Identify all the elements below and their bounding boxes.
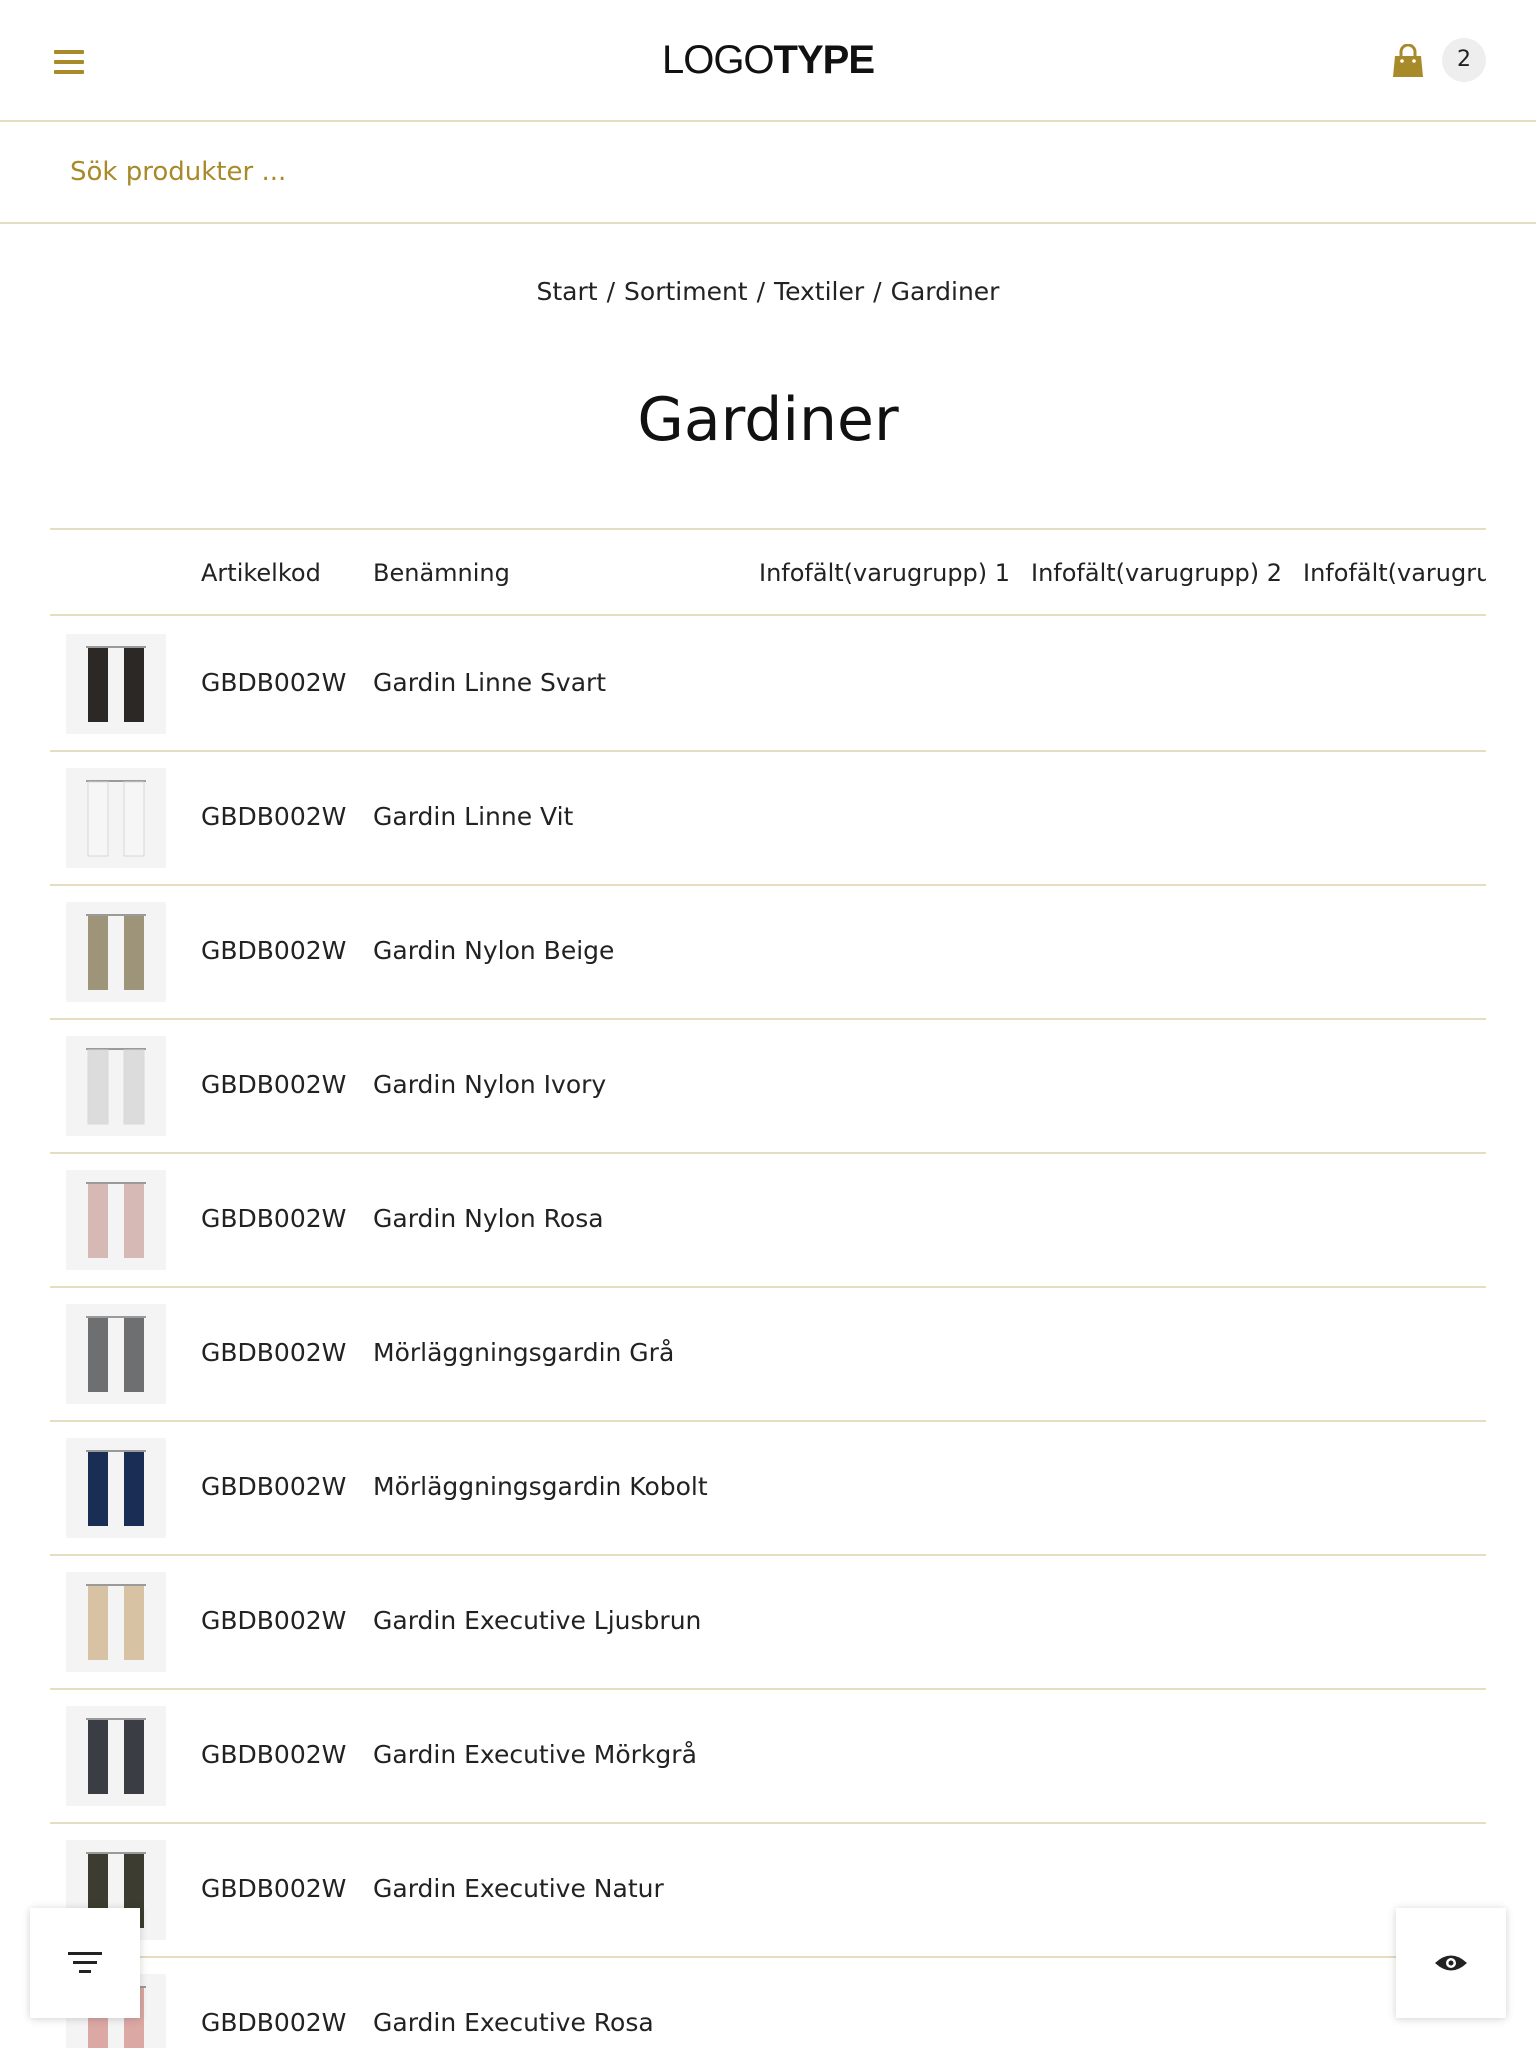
product-name[interactable]: Gardin Executive Ljusbrun <box>373 1604 701 1638</box>
table-row[interactable]: GBDB002W Mörläggningsgardin Kobolt <box>50 1422 1486 1556</box>
table-row[interactable]: GBDB002W Gardin Executive Mörkgrå <box>50 1690 1486 1824</box>
column-header-infofalt-3[interactable]: Infofält(varugrupp) 3 <box>1303 558 1486 588</box>
table-row[interactable]: GBDB002W Mörläggningsgardin Grå <box>50 1288 1486 1422</box>
article-code: GBDB002W <box>201 1606 347 1635</box>
search-input[interactable] <box>70 142 1470 202</box>
product-thumbnail[interactable] <box>66 1170 166 1270</box>
breadcrumb-textiler[interactable]: Textiler <box>774 277 864 306</box>
article-code: GBDB002W <box>201 802 347 831</box>
column-header-infofalt-1[interactable]: Infofält(varugrupp) 1 <box>759 558 1010 588</box>
article-code: GBDB002W <box>201 1874 347 1903</box>
breadcrumb-gardiner: Gardiner <box>890 277 1000 306</box>
product-thumbnail[interactable] <box>66 1036 166 1136</box>
eye-icon <box>1435 1955 1467 1971</box>
product-thumbnail[interactable] <box>66 634 166 734</box>
column-header-artikelkod[interactable]: Artikelkod <box>201 558 321 588</box>
breadcrumb-separator: / <box>873 277 882 306</box>
table-row[interactable]: GBDB002W Gardin Executive Rosa <box>50 1958 1486 2048</box>
product-name[interactable]: Gardin Nylon Ivory <box>373 1068 606 1102</box>
search-bar <box>0 122 1536 224</box>
filter-icon <box>68 1952 102 1973</box>
table-row[interactable]: GBDB002W Gardin Linne Vit <box>50 752 1486 886</box>
logo[interactable]: LOGOTYPE <box>0 36 1536 84</box>
table-row[interactable]: GBDB002W Gardin Executive Ljusbrun <box>50 1556 1486 1690</box>
table-row[interactable]: GBDB002W Gardin Linne Svart <box>50 618 1486 752</box>
product-name[interactable]: Gardin Executive Mörkgrå <box>373 1738 697 1772</box>
breadcrumb: Start / Sortiment / Textiler / Gardiner <box>0 272 1536 312</box>
product-name[interactable]: Gardin Executive Rosa <box>373 2006 654 2040</box>
table-row[interactable]: GBDB002W Gardin Nylon Ivory <box>50 1020 1486 1154</box>
shopping-bag-icon[interactable] <box>1392 43 1424 78</box>
breadcrumb-separator: / <box>606 277 616 306</box>
column-header-benamning[interactable]: Benämning <box>373 558 510 588</box>
breadcrumb-separator: / <box>756 277 766 306</box>
article-code: GBDB002W <box>201 1204 347 1233</box>
product-thumbnail[interactable] <box>66 1572 166 1672</box>
filter-button[interactable] <box>30 1908 140 2018</box>
view-toggle-button[interactable] <box>1396 1908 1506 2018</box>
cart-count-badge[interactable]: 2 <box>1442 38 1486 82</box>
product-table: Artikelkod Benämning Infofält(varugrupp)… <box>50 528 1486 2048</box>
article-code: GBDB002W <box>201 668 347 697</box>
article-code: GBDB002W <box>201 2008 347 2037</box>
table-row[interactable]: GBDB002W Gardin Executive Natur <box>50 1824 1486 1958</box>
product-name[interactable]: Gardin Executive Natur <box>373 1872 664 1906</box>
product-name[interactable]: Mörläggningsgardin Kobolt <box>373 1470 708 1504</box>
product-name[interactable]: Gardin Linne Svart <box>373 666 606 700</box>
article-code: GBDB002W <box>201 936 347 965</box>
article-code: GBDB002W <box>201 1070 347 1099</box>
product-thumbnail[interactable] <box>66 768 166 868</box>
logo-part-bold: TYPE <box>773 38 875 82</box>
article-code: GBDB002W <box>201 1740 347 1769</box>
product-name[interactable]: Mörläggningsgardin Grå <box>373 1336 674 1370</box>
product-thumbnail[interactable] <box>66 1438 166 1538</box>
logo-part-light: LOGO <box>661 38 775 82</box>
product-thumbnail[interactable] <box>66 1706 166 1806</box>
product-thumbnail[interactable] <box>66 902 166 1002</box>
table-row[interactable]: GBDB002W Gardin Nylon Rosa <box>50 1154 1486 1288</box>
column-header-infofalt-2[interactable]: Infofält(varugrupp) 2 <box>1031 558 1282 588</box>
product-name[interactable]: Gardin Nylon Beige <box>373 934 614 968</box>
breadcrumb-start[interactable]: Start <box>537 277 598 306</box>
site-header: LOGOTYPE 2 <box>0 0 1536 122</box>
page-title: Gardiner <box>637 385 899 455</box>
breadcrumb-sortiment[interactable]: Sortiment <box>624 277 748 306</box>
article-code: GBDB002W <box>201 1472 347 1501</box>
table-row[interactable]: GBDB002W Gardin Nylon Beige <box>50 886 1486 1020</box>
product-name[interactable]: Gardin Nylon Rosa <box>373 1202 604 1236</box>
article-code: GBDB002W <box>201 1338 347 1367</box>
table-header: Artikelkod Benämning Infofält(varugrupp)… <box>50 528 1486 616</box>
product-name[interactable]: Gardin Linne Vit <box>373 800 573 834</box>
product-thumbnail[interactable] <box>66 1304 166 1404</box>
